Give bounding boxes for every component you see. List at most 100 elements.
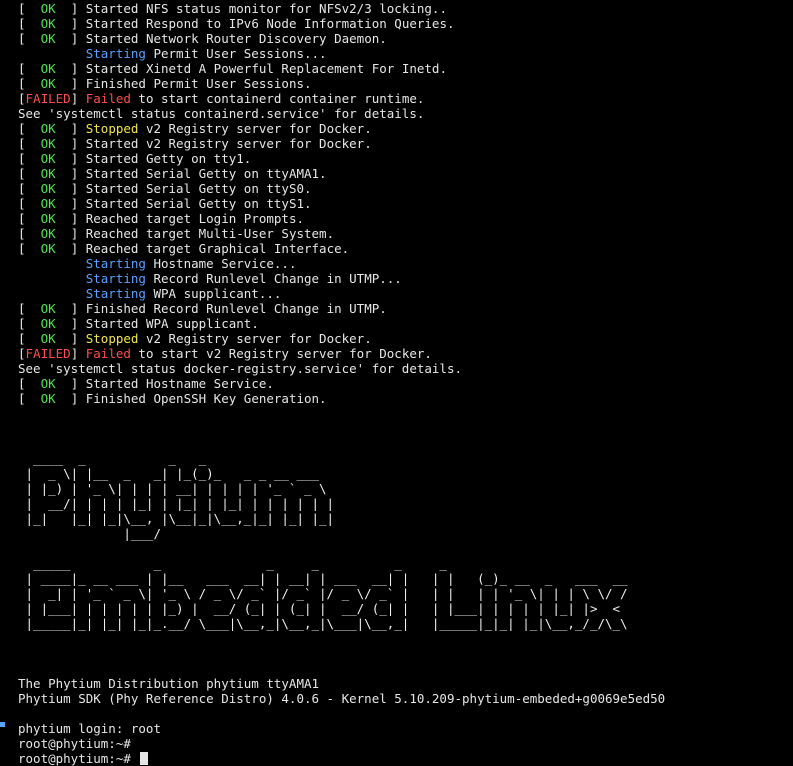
status-ok: [ OK ] [18, 151, 86, 166]
boot-message: Hostname Service... [146, 256, 297, 271]
status-ok: [ OK ] [18, 76, 86, 91]
boot-message: v2 Registry server for Docker. [138, 331, 371, 346]
status-ok: [ OK ] [18, 211, 86, 226]
boot-verb: Stopped [86, 121, 139, 136]
boot-verb: Stopped [86, 331, 139, 346]
boot-line: [ OK ] Started Network Router Discovery … [18, 31, 793, 46]
boot-line: [ OK ] Started Serial Getty on ttyS1. [18, 196, 793, 211]
boot-line: [FAILED] Failed to start v2 Registry ser… [18, 346, 793, 361]
distribution-line: The Phytium Distribution phytium ttyAMA1 [18, 676, 793, 691]
boot-log: [ OK ] Started NFS status monitor for NF… [18, 1, 793, 406]
boot-message: Started Network Router Discovery Daemon. [86, 31, 387, 46]
boot-message: Record Runlevel Change in UTMP... [146, 271, 402, 286]
boot-line: [ OK ] Started WPA supplicant. [18, 316, 793, 331]
corner-marker [0, 722, 5, 727]
boot-line: Starting Hostname Service... [18, 256, 793, 271]
boot-verb: Failed [86, 91, 131, 106]
ascii-art-line [18, 541, 793, 556]
boot-message: Reached target Multi-User System. [86, 226, 334, 241]
boot-message: v2 Registry server for Docker. [138, 121, 371, 136]
boot-message: Started Respond to IPv6 Node Information… [86, 16, 455, 31]
status-indent [18, 271, 86, 286]
boot-line: [ OK ] Started Hostname Service. [18, 376, 793, 391]
boot-message: Finished Permit User Sessions. [86, 76, 312, 91]
status-ok: [ OK ] [18, 121, 86, 136]
ascii-art-line: | ____|_ __ ___ | |__ ___ __| | __| | __… [18, 571, 793, 586]
status-ok: [ OK ] [18, 331, 86, 346]
status-ok: [ OK ] [18, 166, 86, 181]
boot-line: [ OK ] Started Serial Getty on ttyAMA1. [18, 166, 793, 181]
boot-verb: Starting [86, 271, 146, 286]
boot-line: [ OK ] Started NFS status monitor for NF… [18, 1, 793, 16]
boot-line: [ OK ] Started Xinetd A Powerful Replace… [18, 61, 793, 76]
terminal-window[interactable]: [ OK ] Started NFS status monitor for NF… [0, 0, 793, 727]
ascii-art-line: |_| |_| |_|\__, |\__|_|\__,_|_| |_| |_| [18, 511, 793, 526]
boot-line: See 'systemctl status containerd.service… [18, 106, 793, 121]
ascii-banner: ____ _ _ _ | _ \| |__ _ _| |_(_)_ _ _ __… [18, 421, 793, 661]
ascii-art-line: | _ \| |__ _ _| |_(_)_ _ _ __ ___ [18, 466, 793, 481]
ascii-art-line: | __/| | | | |_| | |_| | |_| | | | | | | [18, 496, 793, 511]
boot-line: Starting WPA supplicant... [18, 286, 793, 301]
boot-message: Finished OpenSSH Key Generation. [86, 391, 327, 406]
boot-message: Started v2 Registry server for Docker. [86, 136, 372, 151]
boot-message: Started NFS status monitor for NFSv2/3 l… [86, 1, 447, 16]
status-ok: [ OK ] [18, 391, 86, 406]
status-ok: [ OK ] [18, 1, 86, 16]
boot-message: Started Getty on tty1. [86, 151, 252, 166]
boot-message: Started Serial Getty on ttyS0. [86, 181, 312, 196]
boot-line: [ OK ] Started Serial Getty on ttyS0. [18, 181, 793, 196]
boot-line: [ OK ] Started v2 Registry server for Do… [18, 136, 793, 151]
boot-message: to start v2 Registry server for Docker. [131, 346, 432, 361]
ascii-art-line: | |_) | '_ \| | | | __| | | | | '_ ` _ \ [18, 481, 793, 496]
ascii-art-line: | |___| | | | | | |_) | __/ (_| | (_| | … [18, 601, 793, 616]
status-indent [18, 46, 86, 61]
boot-line: [ OK ] Stopped v2 Registry server for Do… [18, 121, 793, 136]
boot-line: [ OK ] Started Getty on tty1. [18, 151, 793, 166]
boot-message: See 'systemctl status docker-registry.se… [18, 361, 462, 376]
boot-message: Started WPA supplicant. [86, 316, 259, 331]
ascii-art-line: |_____|_| |_| |_|_.__/ \___|\__,_|\__,_|… [18, 616, 793, 631]
boot-message: See 'systemctl status containerd.service… [18, 106, 424, 121]
ascii-art-line: _____ _ _ _ _ _ [18, 556, 793, 571]
prompt-line: root@phytium:~# [18, 736, 793, 751]
active-prompt-line[interactable]: root@phytium:~# [18, 751, 793, 766]
boot-message: Reached target Login Prompts. [86, 211, 304, 226]
boot-line: [ OK ] Stopped v2 Registry server for Do… [18, 331, 793, 346]
boot-line: Starting Record Runlevel Change in UTMP.… [18, 271, 793, 286]
status-ok: [ OK ] [18, 376, 86, 391]
ascii-art-line: |___/ [18, 526, 793, 541]
status-ok: [ OK ] [18, 16, 86, 31]
boot-verb: Starting [86, 46, 146, 61]
status-failed: [FAILED] [18, 91, 86, 106]
boot-message: Started Hostname Service. [86, 376, 274, 391]
boot-verb: Starting [86, 256, 146, 271]
status-ok: [ OK ] [18, 61, 86, 76]
boot-line: [ OK ] Finished OpenSSH Key Generation. [18, 391, 793, 406]
prompt: root@phytium:~# [18, 751, 131, 766]
status-ok: [ OK ] [18, 136, 86, 151]
cursor[interactable] [140, 752, 148, 765]
status-ok: [ OK ] [18, 181, 86, 196]
status-ok: [ OK ] [18, 31, 86, 46]
boot-message: WPA supplicant... [146, 286, 281, 301]
boot-line: See 'systemctl status docker-registry.se… [18, 361, 793, 376]
status-ok: [ OK ] [18, 226, 86, 241]
status-ok: [ OK ] [18, 241, 86, 256]
boot-line: [ OK ] Finished Record Runlevel Change i… [18, 301, 793, 316]
boot-message: Permit User Sessions... [146, 46, 327, 61]
boot-verb: Starting [86, 286, 146, 301]
boot-message: Started Serial Getty on ttyAMA1. [86, 166, 327, 181]
status-ok: [ OK ] [18, 301, 86, 316]
boot-message: Started Xinetd A Powerful Replacement Fo… [86, 61, 447, 76]
boot-line: [FAILED] Failed to start containerd cont… [18, 91, 793, 106]
status-ok: [ OK ] [18, 196, 86, 211]
status-failed: [FAILED] [18, 346, 86, 361]
boot-line: [ OK ] Finished Permit User Sessions. [18, 76, 793, 91]
boot-line: [ OK ] Started Respond to IPv6 Node Info… [18, 16, 793, 31]
boot-verb: Failed [86, 346, 131, 361]
status-indent [18, 286, 86, 301]
ascii-art-line: ____ _ _ _ [18, 451, 793, 466]
status-ok: [ OK ] [18, 316, 86, 331]
boot-line: Starting Permit User Sessions... [18, 46, 793, 61]
boot-message: Finished Record Runlevel Change in UTMP. [86, 301, 387, 316]
